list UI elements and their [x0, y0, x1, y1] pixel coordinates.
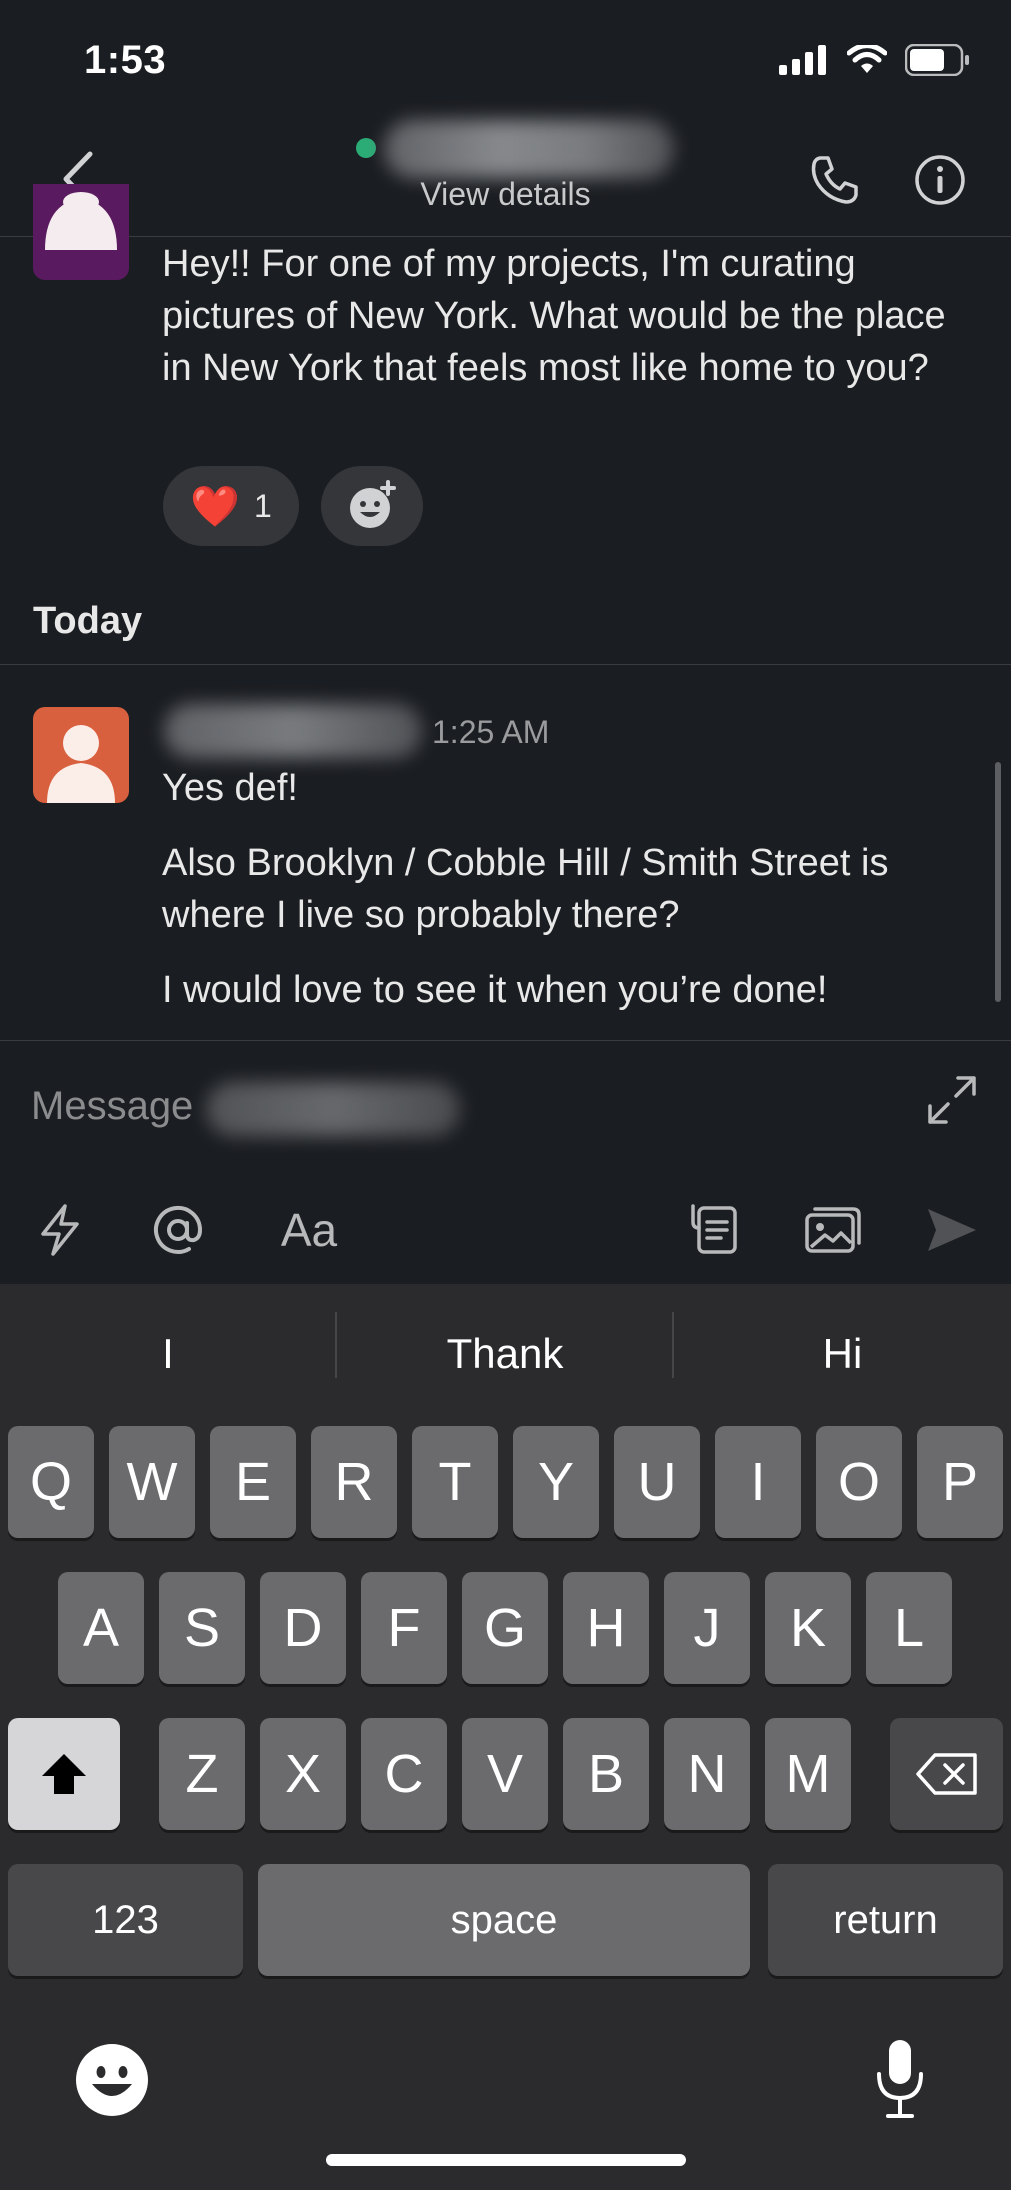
info-button[interactable] — [914, 154, 966, 206]
key-m[interactable]: M — [765, 1718, 851, 1830]
recipient-name-redacted — [206, 1082, 460, 1136]
battery-icon — [905, 44, 969, 76]
presence-indicator — [356, 138, 376, 158]
mention-button[interactable] — [148, 1200, 208, 1260]
send-icon — [928, 1209, 976, 1251]
day-separator-label: Today — [33, 600, 143, 642]
key-d[interactable]: D — [260, 1572, 346, 1684]
call-button[interactable] — [806, 152, 862, 208]
key-j[interactable]: J — [664, 1572, 750, 1684]
message-input[interactable]: Message — [31, 1084, 193, 1129]
status-time: 1:53 — [84, 38, 167, 82]
attach-file-button[interactable] — [684, 1200, 744, 1260]
key-t[interactable]: T — [412, 1426, 498, 1538]
reaction-count: 1 — [254, 487, 272, 524]
key-p[interactable]: P — [917, 1426, 1003, 1538]
key-o[interactable]: O — [816, 1426, 902, 1538]
heart-emoji-icon: ❤️ — [190, 484, 240, 529]
message-text: Hey!! For one of my projects, I'm curati… — [162, 243, 946, 389]
shortcuts-button[interactable] — [30, 1200, 90, 1260]
message-text: I would love to see it when you’re done! — [162, 969, 828, 1011]
format-text-button[interactable]: Aa — [264, 1200, 354, 1260]
return-key[interactable]: return — [768, 1864, 1003, 1976]
key-w[interactable]: W — [109, 1426, 195, 1538]
key-z[interactable]: Z — [159, 1718, 245, 1830]
dictation-button[interactable] — [872, 2036, 928, 2122]
reaction-heart[interactable]: ❤️ 1 — [163, 466, 299, 546]
shift-arrow-icon — [42, 1754, 86, 1794]
key-a[interactable]: A — [58, 1572, 144, 1684]
space-key[interactable]: space — [258, 1864, 750, 1976]
image-icon — [805, 1207, 861, 1253]
emoji-keyboard-button[interactable] — [74, 2042, 150, 2118]
key-i[interactable]: I — [715, 1426, 801, 1538]
key-x[interactable]: X — [260, 1718, 346, 1830]
delete-key[interactable] — [890, 1718, 1003, 1830]
message-timestamp: 1:25 AM — [432, 714, 550, 750]
expand-icon — [928, 1076, 976, 1124]
lightning-icon — [41, 1204, 79, 1256]
key-q[interactable]: Q — [8, 1426, 94, 1538]
expand-composer-button[interactable] — [924, 1072, 980, 1128]
numbers-key[interactable]: 123 — [8, 1864, 243, 1976]
emoji-icon — [76, 2044, 148, 2116]
shift-key[interactable] — [8, 1718, 120, 1830]
sender-name-redacted[interactable] — [164, 704, 422, 758]
key-l[interactable]: L — [866, 1572, 952, 1684]
cellular-signal-icon — [779, 45, 826, 75]
file-attach-icon — [691, 1204, 737, 1254]
keyboard-suggestion[interactable]: Thank — [336, 1320, 674, 1388]
key-r[interactable]: R — [311, 1426, 397, 1538]
add-reaction-button[interactable] — [321, 466, 423, 546]
key-e[interactable]: E — [210, 1426, 296, 1538]
key-v[interactable]: V — [462, 1718, 548, 1830]
info-icon — [915, 155, 965, 205]
microphone-icon — [877, 2040, 923, 2118]
avatar[interactable] — [33, 707, 129, 803]
backspace-icon — [915, 1753, 977, 1795]
contact-name-redacted[interactable] — [384, 120, 674, 178]
scrollbar[interactable] — [995, 762, 1001, 1002]
message-text: Yes def! — [162, 767, 298, 809]
send-button[interactable] — [922, 1200, 982, 1260]
home-indicator — [326, 2154, 686, 2166]
key-h[interactable]: H — [563, 1572, 649, 1684]
keyboard-suggestion[interactable]: I — [0, 1320, 336, 1388]
status-icons — [779, 44, 971, 76]
key-y[interactable]: Y — [513, 1426, 599, 1538]
day-divider — [0, 664, 1011, 665]
key-k[interactable]: K — [765, 1572, 851, 1684]
add-emoji-icon — [350, 480, 396, 528]
avatar[interactable] — [33, 184, 129, 280]
phone-icon — [811, 156, 858, 204]
attach-image-button[interactable] — [802, 1200, 862, 1260]
key-s[interactable]: S — [159, 1572, 245, 1684]
key-u[interactable]: U — [614, 1426, 700, 1538]
key-c[interactable]: C — [361, 1718, 447, 1830]
key-g[interactable]: G — [462, 1572, 548, 1684]
wifi-icon — [847, 45, 887, 73]
user-avatar-icon — [45, 192, 117, 250]
user-avatar-icon — [47, 725, 115, 803]
message-text: Also Brooklyn / Cobble Hill / Smith Stre… — [162, 842, 889, 936]
key-f[interactable]: F — [361, 1572, 447, 1684]
key-b[interactable]: B — [563, 1718, 649, 1830]
key-n[interactable]: N — [664, 1718, 750, 1830]
keyboard-suggestion[interactable]: Hi — [674, 1320, 1011, 1388]
at-sign-icon — [154, 1205, 203, 1254]
composer-divider — [0, 1040, 1011, 1041]
